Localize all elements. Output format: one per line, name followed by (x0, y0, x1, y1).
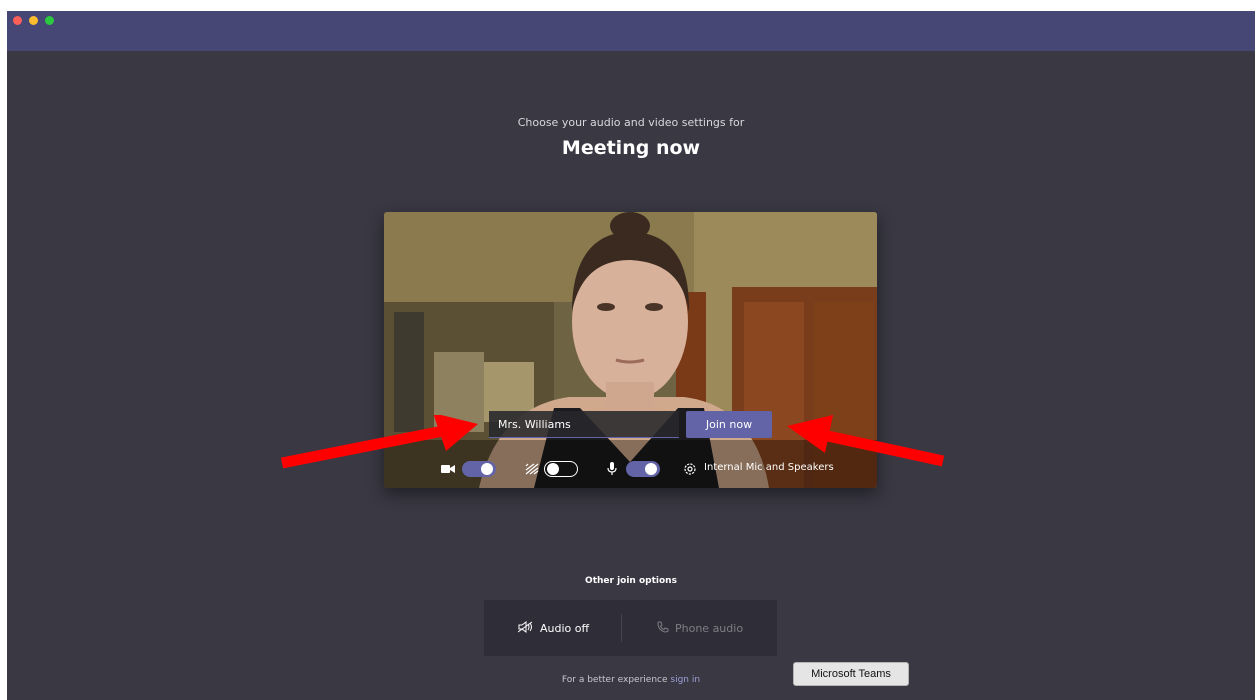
background-blur-toggle[interactable] (544, 461, 578, 477)
other-join-options-heading: Other join options (585, 576, 677, 586)
join-now-button[interactable]: Join now (686, 411, 772, 438)
speaker-off-icon (517, 620, 534, 636)
sign-in-link[interactable]: sign in (670, 675, 700, 685)
title-bar (7, 11, 1255, 51)
app-tooltip: Microsoft Teams (793, 662, 909, 686)
device-settings-icon[interactable] (682, 461, 698, 477)
zoom-window-button[interactable] (45, 16, 54, 25)
phone-audio-option[interactable]: Phone audio (657, 600, 743, 656)
close-window-button[interactable] (13, 16, 22, 25)
audio-off-option[interactable]: Audio off (517, 600, 590, 656)
phone-audio-label: Phone audio (675, 621, 744, 635)
annotation-arrow-right-icon (787, 415, 945, 467)
microphone-icon (604, 461, 620, 477)
teams-window: Choose your audio and video settings for… (7, 11, 1255, 700)
prejoin-subtitle: Choose your audio and video settings for (517, 116, 745, 129)
footer-text: For a better experience (561, 675, 668, 685)
options-divider (621, 614, 622, 642)
background-blur-icon (524, 461, 540, 477)
display-name-input[interactable] (489, 411, 679, 438)
minimize-window-button[interactable] (29, 16, 38, 25)
meeting-title: Meeting now (561, 137, 701, 159)
audio-off-label: Audio off (540, 621, 590, 635)
other-join-options: Audio off Phone audio (484, 600, 777, 656)
phone-icon (657, 621, 669, 636)
sign-in-footer: For a better experience sign in (7, 675, 1255, 685)
annotation-arrow-left-icon (280, 415, 478, 469)
microphone-toggle[interactable] (626, 461, 660, 477)
